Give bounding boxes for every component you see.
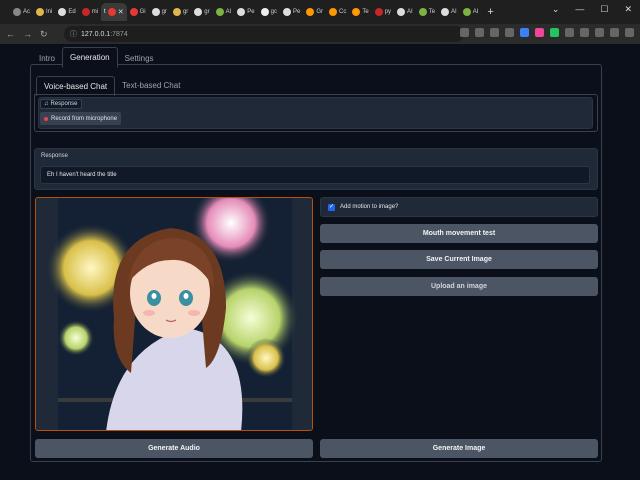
- browser-tab[interactable]: AI: [460, 3, 482, 21]
- browser-tab[interactable]: AI: [213, 3, 235, 21]
- response-label: Response: [41, 153, 69, 159]
- menu-dots-icon[interactable]: [625, 28, 634, 37]
- favicon-icon: [107, 8, 116, 16]
- browser-tab[interactable]: gr: [170, 3, 191, 21]
- browser-tab[interactable]: Ed: [55, 3, 78, 21]
- sidebar-icon[interactable]: [595, 28, 604, 37]
- github-icon: [151, 8, 160, 16]
- star-icon[interactable]: [505, 28, 514, 37]
- github-icon: [58, 8, 67, 16]
- favicon-icon: [81, 8, 90, 16]
- browser-tab[interactable]: Ini: [33, 3, 55, 21]
- info-icon[interactable]: ⓘ: [70, 29, 77, 39]
- favicon-icon: [13, 8, 21, 16]
- minimize-icon[interactable]: —: [575, 4, 584, 15]
- favicon-icon: [36, 8, 45, 16]
- generate-image-button[interactable]: Generate Image: [320, 439, 598, 458]
- favicon-icon: [172, 8, 181, 16]
- browser-tab[interactable]: Te: [349, 3, 371, 21]
- github-icon: [237, 8, 246, 16]
- browser-tab[interactable]: Pe: [234, 3, 257, 21]
- back-icon[interactable]: ←: [6, 29, 15, 39]
- forward-icon[interactable]: →: [23, 29, 32, 39]
- github-icon: [282, 8, 291, 16]
- save-image-button[interactable]: Save Current Image: [320, 250, 598, 269]
- generated-image-frame: [35, 197, 313, 431]
- tab-generation[interactable]: Generation: [62, 47, 118, 68]
- motion-checkbox-row[interactable]: ✓ Add motion to image?: [320, 197, 598, 217]
- tab-intro[interactable]: Intro: [32, 49, 62, 68]
- browser-tab[interactable]: Gi: [127, 3, 149, 21]
- favicon-icon: [129, 8, 138, 16]
- chevron-down-icon[interactable]: ⌄: [552, 4, 560, 15]
- app-page: Intro Generation Settings Voice-based Ch…: [0, 44, 640, 480]
- generated-image: [36, 198, 312, 430]
- favicon-icon: [329, 8, 337, 16]
- profile-icon[interactable]: [610, 28, 619, 37]
- browser-tab[interactable]: mi: [79, 3, 101, 21]
- upload-image-button[interactable]: Upload an image: [320, 277, 598, 296]
- top-tabs: Intro Generation Settings: [32, 47, 161, 68]
- browser-tab[interactable]: gr: [191, 3, 212, 21]
- music-note-icon: ♫: [44, 101, 49, 107]
- extension-icon[interactable]: [565, 28, 574, 37]
- browser-tab[interactable]: gc: [258, 3, 280, 21]
- browser-tab[interactable]: Gr: [303, 3, 326, 21]
- extension-icon[interactable]: [535, 28, 544, 37]
- browser-tab[interactable]: Te: [416, 3, 438, 21]
- tab-text-chat[interactable]: Text-based Chat: [115, 76, 187, 96]
- maximize-icon[interactable]: ☐: [600, 4, 608, 15]
- puzzle-icon[interactable]: [580, 28, 589, 37]
- tab-voice-chat[interactable]: Voice-based Chat: [36, 76, 116, 96]
- url-field[interactable]: ⓘ 127.0.0.1:7874: [64, 26, 464, 42]
- github-icon: [397, 8, 406, 16]
- browser-tab[interactable]: Ac: [10, 3, 33, 21]
- favicon-icon: [215, 8, 224, 16]
- extension-icon[interactable]: [550, 28, 559, 37]
- browser-tab-active[interactable]: t ✕: [101, 3, 127, 21]
- camera-icon[interactable]: [460, 28, 469, 37]
- record-microphone-button[interactable]: Record from microphone: [40, 112, 122, 125]
- favicon-icon: [374, 8, 383, 16]
- extension-icons: [460, 28, 634, 37]
- generate-audio-button[interactable]: Generate Audio: [35, 439, 313, 458]
- share-icon[interactable]: [490, 28, 499, 37]
- github-icon: [194, 8, 203, 16]
- browser-tab[interactable]: Pe: [280, 3, 303, 21]
- reload-icon[interactable]: ↻: [40, 29, 48, 40]
- browser-tab[interactable]: py: [372, 3, 394, 21]
- close-window-icon[interactable]: ✕: [624, 4, 632, 15]
- favicon-icon: [352, 8, 361, 16]
- response-textbox[interactable]: Eh I haven't heard the title: [40, 166, 590, 184]
- browser-tab[interactable]: Cc: [326, 3, 349, 21]
- favicon-icon: [306, 8, 315, 16]
- audio-input-block: [38, 97, 593, 129]
- browser-tab-strip: Ac Ini Ed mi t ✕ Gi gr gr gr AI Pe gc Pe …: [0, 0, 640, 24]
- checkbox-checked-icon[interactable]: ✓: [328, 203, 335, 211]
- favicon-icon: [462, 8, 471, 16]
- close-tab-icon[interactable]: ✕: [118, 8, 124, 16]
- extension-icon[interactable]: [520, 28, 529, 37]
- address-bar-row: ← → ↻ ⓘ 127.0.0.1:7874: [0, 24, 640, 44]
- browser-tab[interactable]: AI: [394, 3, 416, 21]
- chat-mode-tabs: Voice-based Chat Text-based Chat: [36, 76, 187, 96]
- record-icon: [44, 116, 48, 121]
- audio-label: ♫ Response: [40, 99, 82, 109]
- new-tab-icon[interactable]: +: [487, 6, 493, 18]
- mouth-movement-test-button[interactable]: Mouth movement test: [320, 224, 598, 243]
- github-icon: [441, 8, 450, 16]
- browser-tab[interactable]: AI: [438, 3, 460, 21]
- zoom-icon[interactable]: [475, 28, 484, 37]
- window-controls: ⌄ — ☐ ✕: [552, 4, 632, 15]
- browser-tab[interactable]: gr: [149, 3, 170, 21]
- favicon-icon: [418, 8, 427, 16]
- favicon-icon: [260, 8, 269, 16]
- tab-settings[interactable]: Settings: [118, 49, 161, 68]
